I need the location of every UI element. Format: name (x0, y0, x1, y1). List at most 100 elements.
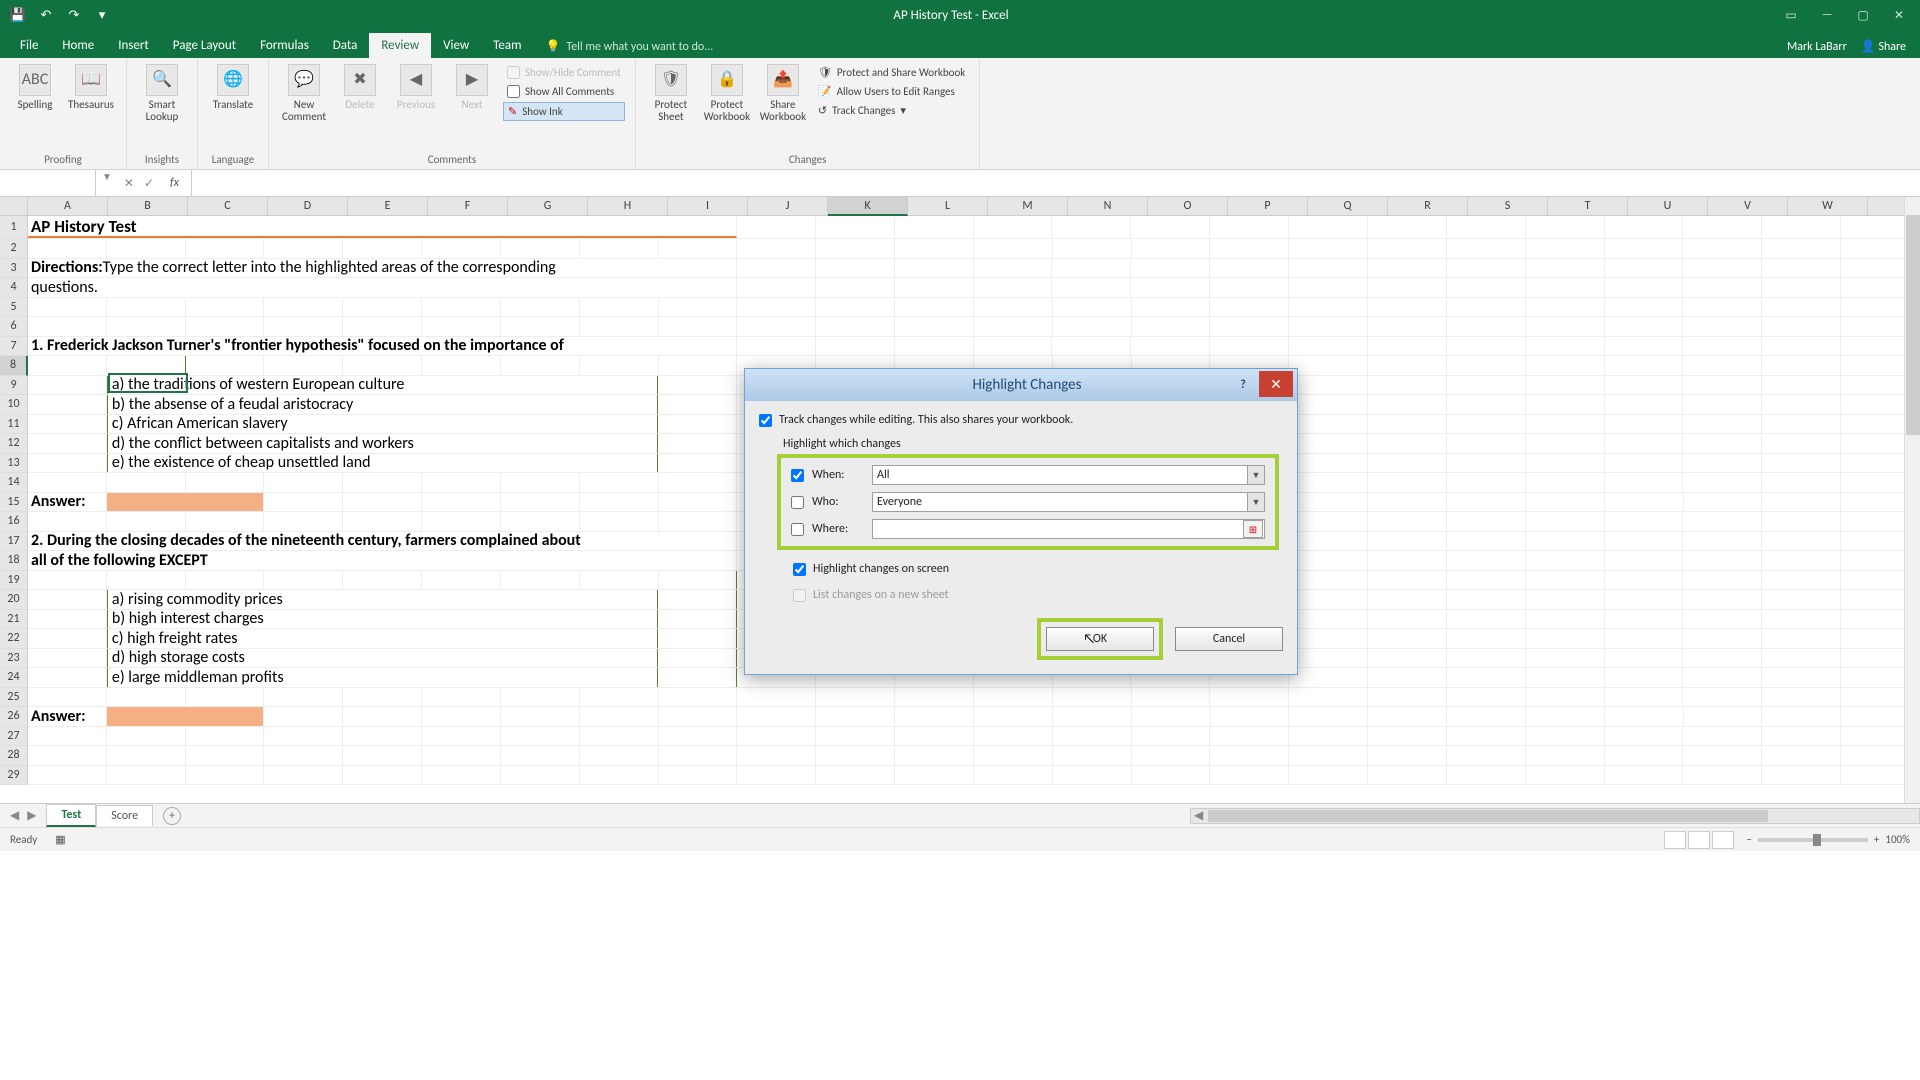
cell[interactable] (659, 766, 738, 785)
cell[interactable] (658, 649, 737, 668)
cell[interactable] (28, 629, 107, 648)
cell[interactable] (1605, 727, 1684, 746)
cell[interactable] (1526, 415, 1605, 434)
select-all-corner[interactable] (0, 197, 28, 216)
grid-row[interactable]: 1. Frederick Jackson Turner's "frontier … (28, 337, 1920, 357)
cell[interactable] (1052, 278, 1131, 297)
cell[interactable] (816, 727, 895, 746)
cell[interactable] (1762, 454, 1841, 473)
allow-users-edit-button[interactable]: 📝Allow Users to Edit Ranges (814, 83, 969, 100)
cell[interactable] (28, 649, 107, 668)
column-header[interactable]: S (1468, 197, 1548, 216)
cell[interactable] (1132, 688, 1211, 707)
cell[interactable] (658, 668, 737, 687)
cell[interactable] (1053, 727, 1132, 746)
cell[interactable] (1368, 766, 1447, 785)
cell[interactable] (1447, 610, 1526, 629)
cell[interactable] (1447, 298, 1526, 317)
new-sheet-button[interactable]: + (163, 807, 181, 825)
cell[interactable] (1289, 532, 1368, 551)
cell[interactable] (1053, 688, 1132, 707)
cell[interactable] (1605, 688, 1684, 707)
cell[interactable] (186, 356, 265, 375)
cell[interactable] (659, 571, 738, 590)
column-header[interactable]: N (1068, 197, 1148, 216)
cell[interactable] (580, 317, 659, 336)
vertical-scrollbar[interactable] (1904, 197, 1920, 803)
cell[interactable] (264, 512, 343, 531)
cell[interactable] (1289, 415, 1368, 434)
cell[interactable] (1762, 629, 1841, 648)
cell[interactable] (501, 746, 580, 765)
cell[interactable] (1683, 512, 1762, 531)
cell[interactable] (974, 317, 1053, 336)
cell[interactable]: b) high interest charges (107, 610, 658, 629)
cell[interactable] (1762, 493, 1841, 512)
cell[interactable] (658, 434, 737, 453)
column-header[interactable]: E (348, 197, 428, 216)
delete-comment-button[interactable]: ✖Delete (333, 62, 387, 113)
column-header[interactable]: H (588, 197, 668, 216)
cell[interactable] (1605, 395, 1684, 414)
cell[interactable] (186, 766, 265, 785)
tab-insert[interactable]: Insert (106, 33, 161, 58)
cell[interactable] (1132, 298, 1211, 317)
cell[interactable] (1289, 473, 1368, 492)
cell[interactable] (1210, 766, 1289, 785)
cell[interactable] (343, 727, 422, 746)
cell[interactable] (659, 239, 738, 258)
cell[interactable] (816, 317, 895, 336)
column-header[interactable]: C (188, 197, 268, 216)
cell[interactable]: questions. (28, 278, 737, 297)
cell[interactable] (343, 239, 422, 258)
cell[interactable] (1683, 239, 1762, 258)
cell[interactable] (1289, 493, 1368, 512)
cell[interactable] (422, 473, 501, 492)
cell[interactable] (1526, 454, 1605, 473)
cell[interactable] (1131, 337, 1210, 356)
tab-nav-next-icon[interactable]: ▶ (27, 808, 36, 823)
cell[interactable] (28, 298, 107, 317)
row-header[interactable]: 17 (0, 532, 28, 552)
column-header[interactable]: L (908, 197, 988, 216)
cell[interactable] (895, 766, 974, 785)
cell[interactable] (895, 216, 974, 238)
cell[interactable] (659, 707, 738, 726)
cell[interactable] (1368, 551, 1447, 570)
cell[interactable] (974, 278, 1053, 297)
cell[interactable] (1684, 493, 1763, 512)
ok-button[interactable]: OK↖ (1046, 627, 1154, 651)
cell[interactable] (28, 512, 107, 531)
cell[interactable] (1605, 454, 1684, 473)
cell[interactable] (895, 278, 974, 297)
cell[interactable] (974, 298, 1053, 317)
cell[interactable] (1368, 610, 1447, 629)
show-ink-button[interactable]: ✎Show Ink (503, 102, 625, 121)
cell[interactable] (1762, 434, 1841, 453)
cell[interactable] (343, 688, 422, 707)
cell[interactable] (28, 473, 107, 492)
cell[interactable] (264, 317, 343, 336)
column-header[interactable]: B (108, 197, 188, 216)
minimize-icon[interactable]: — (1818, 6, 1836, 24)
cell[interactable] (1368, 746, 1447, 765)
cell[interactable] (501, 727, 580, 746)
cell[interactable] (658, 395, 737, 414)
cell[interactable] (28, 434, 107, 453)
cell[interactable] (1683, 746, 1762, 765)
cell[interactable] (580, 727, 659, 746)
cell[interactable] (107, 571, 186, 590)
cell[interactable] (1368, 571, 1447, 590)
view-page-layout-button[interactable] (1688, 831, 1710, 849)
formula-input[interactable] (192, 170, 1920, 196)
cell[interactable] (1368, 356, 1447, 375)
cell[interactable] (186, 727, 265, 746)
cell[interactable] (343, 746, 422, 765)
cell[interactable] (1053, 298, 1132, 317)
cell[interactable] (580, 688, 659, 707)
cell[interactable] (1052, 216, 1131, 238)
cell[interactable] (501, 473, 580, 492)
cell[interactable]: 1. Frederick Jackson Turner's "frontier … (28, 337, 737, 356)
cell[interactable] (580, 707, 659, 726)
cell[interactable] (186, 298, 265, 317)
